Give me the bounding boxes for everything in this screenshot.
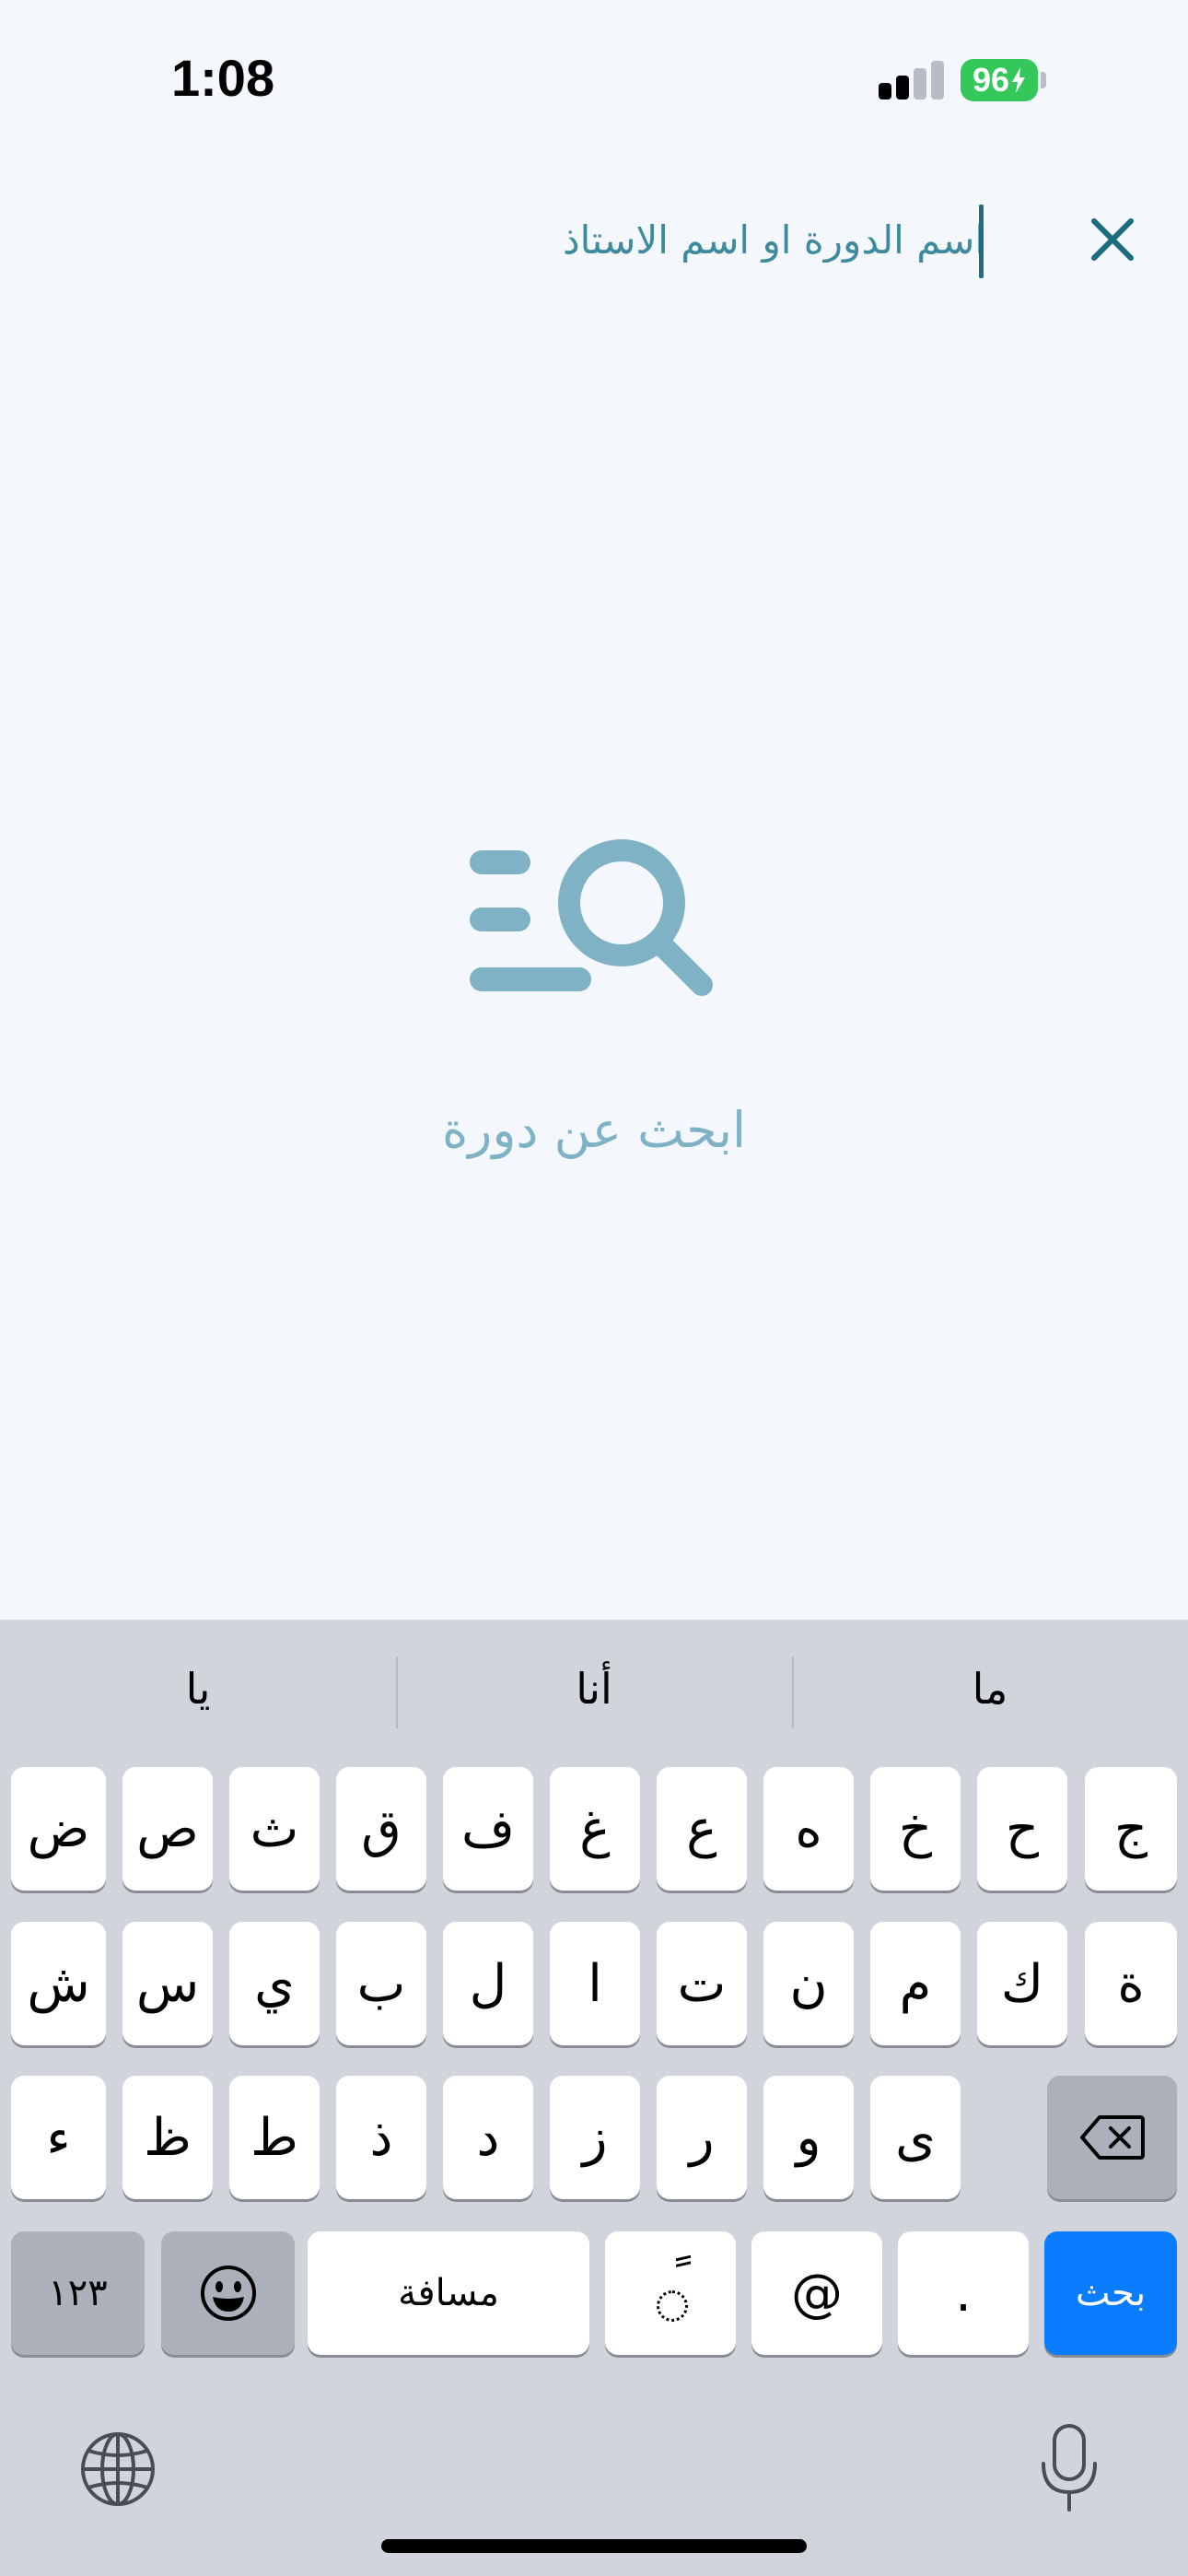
key[interactable]: ت [657,1922,747,2045]
key[interactable]: ك [977,1922,1067,2045]
search-list-icon [470,839,713,996]
suggestion-item[interactable]: يا [0,1620,396,1758]
status-time: 1:08 [171,49,275,107]
key[interactable]: ب [336,1922,426,2045]
battery-icon: 96 [961,59,1038,101]
home-indicator [381,2539,807,2553]
emoji-icon [200,2266,256,2321]
suggestion-item[interactable]: أنا [396,1620,792,1758]
emoji-key[interactable] [161,2231,295,2355]
period-key[interactable]: . [898,2231,1029,2355]
search-key[interactable]: بحث [1044,2231,1177,2355]
tanween-key[interactable]: ً [605,2231,736,2355]
key[interactable]: ض [11,1767,106,1891]
search-input[interactable] [460,203,985,276]
suggestion-item[interactable]: ما [792,1620,1188,1758]
suggestion-bar: ما أنا يا [0,1620,1188,1758]
key[interactable]: د [443,2076,533,2199]
key[interactable]: ج [1085,1767,1177,1891]
key[interactable]: ن [763,1922,854,2045]
key[interactable]: خ [870,1767,961,1891]
key[interactable]: ى [870,2076,961,2199]
key[interactable]: ل [443,1922,533,2045]
empty-state-label: ابحث عن دورة [441,1101,747,1159]
key[interactable]: ح [977,1767,1067,1891]
close-icon[interactable] [1087,214,1138,265]
space-key[interactable]: مسافة [308,2231,589,2355]
key[interactable]: ة [1085,1922,1177,2045]
key[interactable]: غ [550,1767,640,1891]
signal-icon [879,59,944,100]
key[interactable]: و [763,2076,854,2199]
key[interactable]: ي [229,1922,320,2045]
key[interactable]: ع [657,1767,747,1891]
key[interactable]: ذ [336,2076,426,2199]
key[interactable]: س [122,1922,213,2045]
key[interactable]: ط [229,2076,320,2199]
key[interactable]: ق [336,1767,426,1891]
microphone-icon[interactable] [1039,2423,1100,2513]
battery-level: 96 [972,61,1010,99]
key[interactable]: ظ [122,2076,213,2199]
at-key[interactable]: @ [751,2231,882,2355]
text-caret [979,205,984,278]
key[interactable]: م [870,1922,961,2045]
key[interactable]: ه [763,1767,854,1891]
key[interactable]: ر [657,2076,747,2199]
key[interactable]: ف [443,1767,533,1891]
numbers-key[interactable]: ١٢٣ [11,2231,145,2355]
key[interactable]: ش [11,1922,106,2045]
key[interactable]: ث [229,1767,320,1891]
delete-icon [1079,2115,1145,2160]
delete-key[interactable] [1047,2076,1177,2199]
key[interactable]: ص [122,1767,213,1891]
key[interactable]: ا [550,1922,640,2045]
globe-icon[interactable] [79,2430,157,2508]
key[interactable]: ز [550,2076,640,2199]
key[interactable]: ء [11,2076,106,2199]
